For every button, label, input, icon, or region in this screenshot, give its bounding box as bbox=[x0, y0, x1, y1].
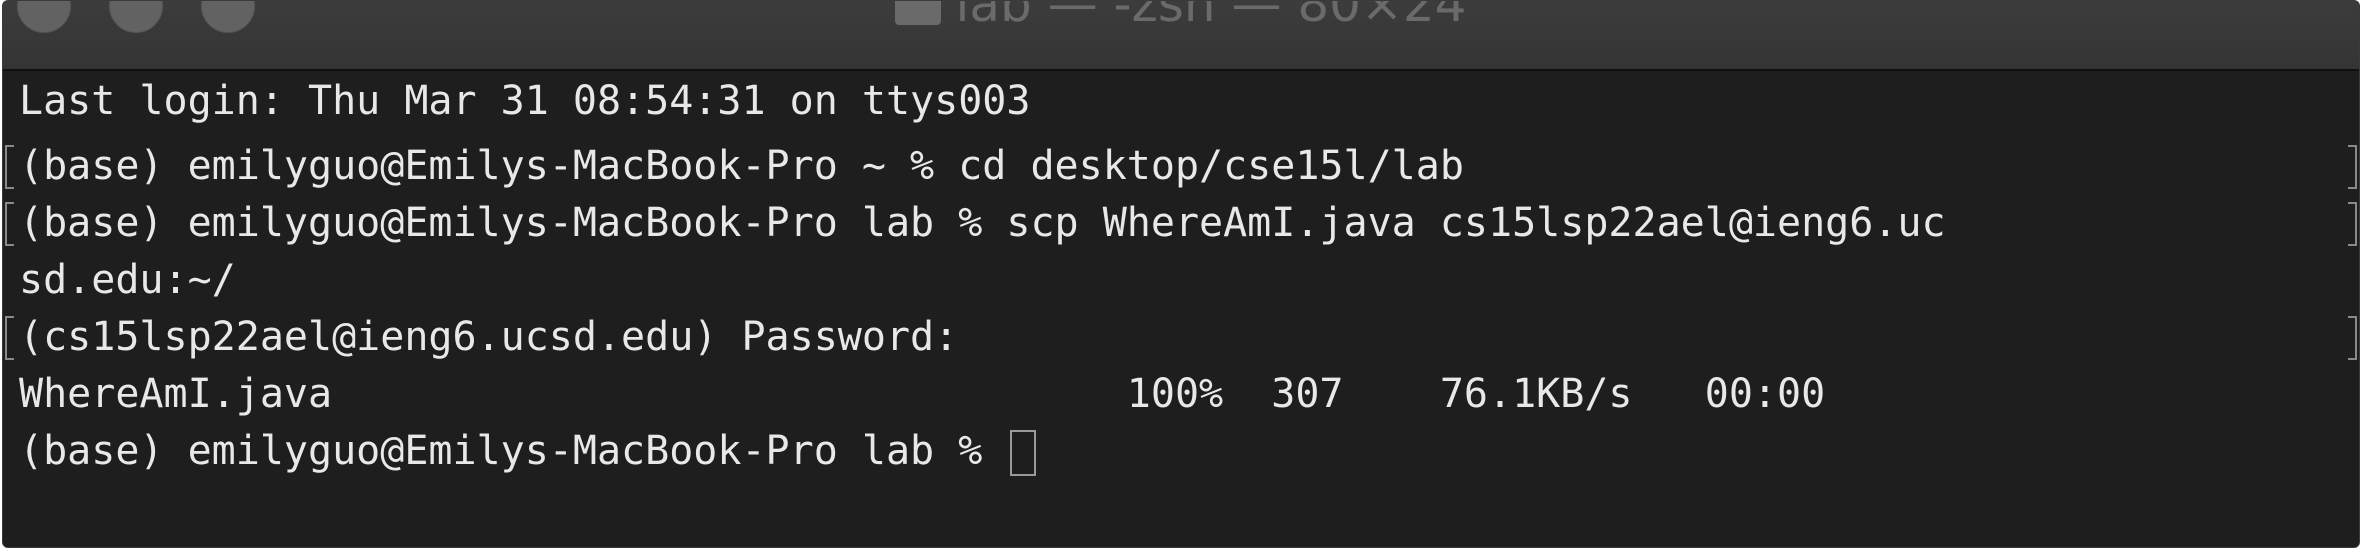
prompt-mark-left bbox=[5, 202, 14, 246]
prompt-mark-left bbox=[5, 316, 14, 360]
terminal-line: sd.edu:~/ bbox=[19, 257, 236, 303]
title-bar[interactable]: lab — -zsh — 80×24 bbox=[3, 1, 2359, 71]
prompt-mark-left bbox=[5, 145, 14, 189]
terminal-line: (base) emilyguo@Emilys-MacBook-Pro lab %… bbox=[19, 200, 1946, 246]
folder-icon bbox=[895, 1, 942, 25]
prompt-mark-right bbox=[2348, 316, 2357, 360]
window-title-text: lab — -zsh — 80×24 bbox=[955, 0, 1467, 33]
window-title: lab — -zsh — 80×24 bbox=[3, 0, 2359, 33]
prompt-text: (base) emilyguo@Emilys-MacBook-Pro lab % bbox=[19, 428, 1007, 474]
terminal-content[interactable]: Last login: Thu Mar 31 08:54:31 on ttys0… bbox=[3, 71, 2359, 547]
terminal-window: lab — -zsh — 80×24 Last login: Thu Mar 3… bbox=[2, 0, 2360, 548]
terminal-line: (cs15lsp22ael@ieng6.ucsd.edu) Password: bbox=[19, 314, 959, 360]
text-cursor[interactable] bbox=[1010, 430, 1037, 476]
prompt-line: (base) emilyguo@Emilys-MacBook-Pro lab % bbox=[19, 423, 1037, 480]
terminal-line: Last login: Thu Mar 31 08:54:31 on ttys0… bbox=[19, 78, 1031, 124]
terminal-line: WhereAmI.java 100% 307 76.1KB/s 00:00 bbox=[19, 371, 1826, 417]
prompt-mark-right bbox=[2348, 145, 2357, 189]
prompt-mark-right bbox=[2348, 202, 2357, 246]
terminal-line: (base) emilyguo@Emilys-MacBook-Pro ~ % c… bbox=[19, 143, 1464, 189]
